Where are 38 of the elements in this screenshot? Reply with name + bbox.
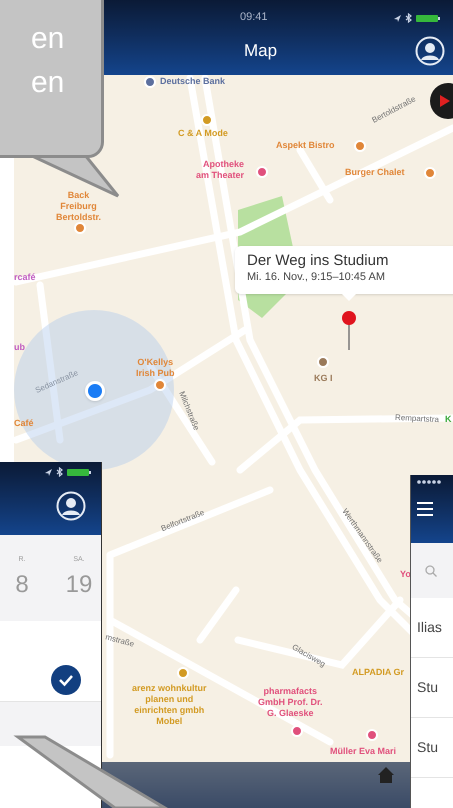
- place-label: Yo: [400, 569, 411, 580]
- place-label: KG I: [314, 373, 333, 384]
- callout-title: Der Weg ins Studium: [247, 252, 390, 270]
- search-icon: [425, 564, 437, 576]
- speech-bubble-text: en: [31, 65, 66, 101]
- place-label: pharmafacts GmbH Prof. Dr. G. Glaeske: [258, 686, 323, 719]
- place-label: Burger Chalet: [345, 167, 405, 178]
- place-label: K: [445, 414, 452, 425]
- place-label: ub: [14, 342, 25, 353]
- place-label: Back Freiburg Bertoldstr.: [56, 190, 102, 223]
- place-label: Müller Eva Mari: [330, 746, 396, 757]
- place-label: C & A Mode: [178, 128, 228, 139]
- compass-icon[interactable]: [428, 83, 453, 119]
- menu-item[interactable]: Stu: [411, 718, 453, 778]
- place-label: Aspekt Bistro: [276, 140, 335, 151]
- street-label: mstraße: [104, 631, 136, 651]
- place-label: Apotheke am Theater: [196, 159, 244, 181]
- profile-icon[interactable]: [415, 36, 445, 66]
- place-label: O'Kellys Irish Pub: [136, 357, 175, 379]
- profile-icon[interactable]: [56, 491, 86, 521]
- street-label: Rempartstra: [394, 412, 440, 426]
- menu-item[interactable]: Stu: [411, 658, 453, 718]
- speech-bubble-text: en: [31, 21, 66, 57]
- callout-card[interactable]: Der Weg ins Studium Mi. 16. Nov., 9:15–10:45 AM: [235, 246, 453, 294]
- menu-item[interactable]: Ilias: [411, 598, 453, 658]
- menu-icon[interactable]: [417, 502, 433, 516]
- place-label: Café: [14, 418, 34, 429]
- callout-subtitle: Mi. 16. Nov., 9:15–10:45 AM: [247, 270, 386, 284]
- place-label: arenz wohnkultur planen und einrichten gmbh Mobel: [132, 683, 207, 727]
- home-icon[interactable]: [377, 766, 395, 784]
- place-label: Deutsche Bank: [160, 76, 226, 87]
- place-label: ALPADIA Gr: [352, 667, 404, 678]
- place-label: rcafé: [14, 272, 36, 283]
- callout-pointer-icon: [341, 293, 357, 301]
- check-icon[interactable]: [51, 665, 81, 695]
- screen-title: Map: [244, 40, 278, 62]
- map-pin-icon: [341, 310, 357, 350]
- status-time: 09:41: [240, 10, 268, 25]
